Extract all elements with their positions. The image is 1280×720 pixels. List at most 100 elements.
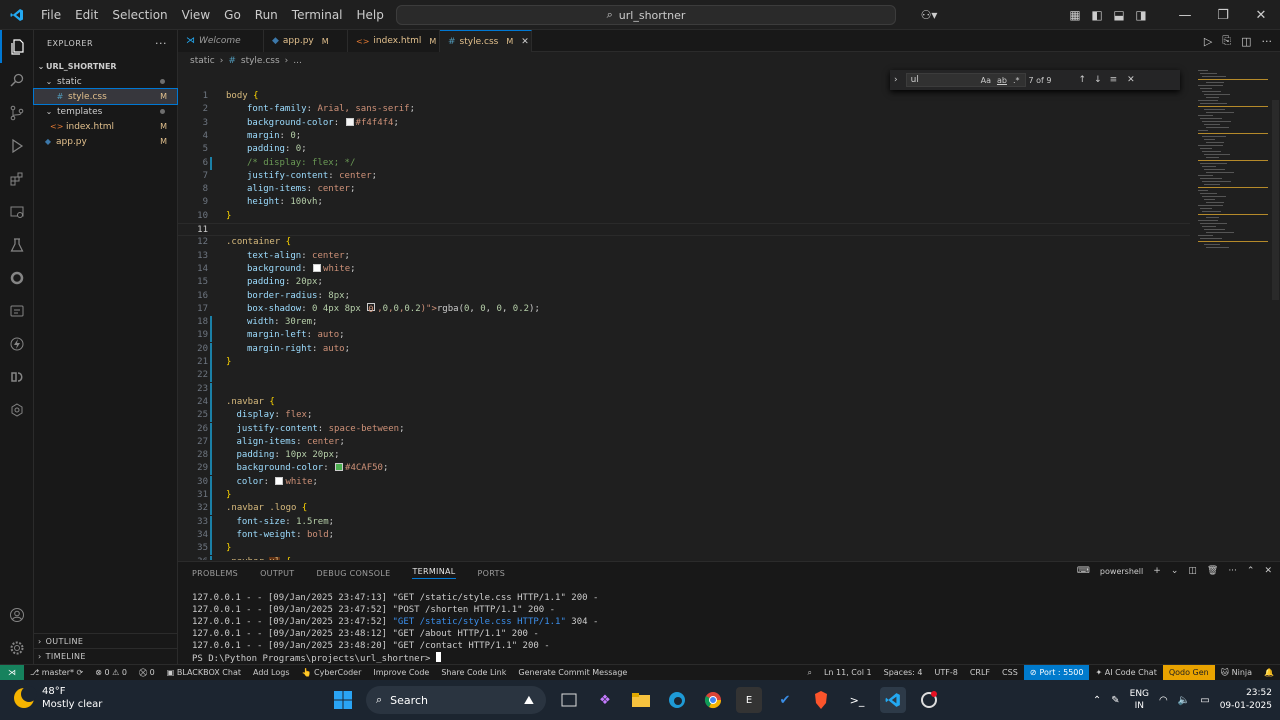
split-terminal-icon[interactable]: ◫ [1188,566,1197,576]
toggle-secondary-sidebar-icon[interactable]: ◨ [1130,0,1152,30]
source-control-icon[interactable] [0,96,34,129]
code-line[interactable]: 33 font-size: 1.5rem; [178,515,1190,529]
start-windows-icon[interactable] [330,687,356,713]
close-window-button[interactable]: ✕ [1242,0,1280,30]
account-icon[interactable] [0,602,34,628]
encoding[interactable]: UTF-8 [929,668,964,677]
code-line[interactable]: 17 box-shadow: 0 4px 8px 0,0,0,0.2)">rgba… [178,302,1190,316]
chrome-icon[interactable] [700,687,726,713]
tree-item-app-py[interactable]: ◆ app.py M [34,134,177,149]
code-line[interactable]: 35} [178,542,1190,556]
pen-icon[interactable]: ✎ [1111,695,1119,706]
code-line[interactable]: 18 width: 30rem; [178,316,1190,330]
workspace-root[interactable]: ⌄ URL_SHORTNER [34,59,177,74]
tree-item-style-css[interactable]: # style.css M [33,88,178,105]
toggle-panel-icon[interactable]: ⬓ [1108,0,1130,30]
tab-index-html[interactable]: <> index.html M [348,30,440,52]
explorer-icon[interactable] [0,30,34,63]
code-line[interactable]: 19 margin-left: auto; [178,329,1190,343]
code-line[interactable]: 4 margin: 0; [178,130,1190,143]
code-editor[interactable]: 1 body {2 font-family: Arial, sans-serif; 3… [178,70,1190,560]
menu-run[interactable]: Run [248,0,285,30]
remote-explorer-icon[interactable] [0,195,34,228]
minimize-button[interactable]: — [1166,0,1204,30]
tree-item-templates[interactable]: ⌄ templates [34,104,177,119]
code-line[interactable]: 14 background: white; [178,263,1190,276]
code-line[interactable]: 31} [178,489,1190,502]
run-debug-icon[interactable] [0,129,34,162]
run-file-icon[interactable]: ▷ [1204,35,1212,48]
add-logs-button[interactable]: Add Logs [247,668,296,677]
code-line[interactable]: 28 padding: 10px 20px; [178,449,1190,463]
new-terminal-icon[interactable]: + [1153,566,1161,576]
code-line[interactable]: 32 .navbar .logo { [178,502,1190,516]
code-line[interactable]: 3 background-color: #f4f4f4; [178,117,1190,130]
improve-code-button[interactable]: Improve Code [367,668,435,677]
tab-problems[interactable]: PROBLEMS [192,569,238,578]
blackbox-icon[interactable] [0,294,34,327]
breadcrumb-symbol[interactable]: ... [293,56,302,66]
qodo-icon[interactable] [0,261,34,294]
next-match-icon[interactable]: ↓ [1094,75,1102,85]
code-line[interactable]: 12 .container { [178,236,1190,249]
tab-ports[interactable]: PORTS [478,569,506,578]
customize-layout-icon[interactable]: ▦ [1064,0,1086,30]
code-line[interactable]: 21} [178,356,1190,369]
branch-indicator[interactable]: ⎇ master* ⟳ [24,668,89,677]
match-whole-word-toggle[interactable]: ab [994,76,1010,85]
color-swatch[interactable] [335,463,344,472]
previous-match-icon[interactable]: ↑ [1079,75,1087,85]
qodo-gen-button[interactable]: Qodo Gen [1162,665,1215,680]
code-line[interactable]: 7 justify-content: center; [178,170,1190,183]
shell-name[interactable]: powershell [1100,567,1143,576]
notifications-bell-icon[interactable]: 🔔 [1258,668,1280,677]
tab-app-py[interactable]: ◆ app.py M [264,30,348,52]
blackbox-chat-button[interactable]: ▣ BLACKBOX Chat [161,668,247,677]
copilot-icon[interactable]: ⚇▾ [914,0,944,30]
search-view-icon[interactable] [0,63,34,96]
battery-icon[interactable]: ▭ [1200,695,1209,706]
todo-check-icon[interactable]: ✔ [772,687,798,713]
code-line[interactable]: 8 align-items: center; [178,183,1190,196]
wifi-icon[interactable]: ◠ [1159,695,1168,706]
use-regex-toggle[interactable]: .* [1010,76,1023,85]
extensions-icon[interactable] [0,162,34,195]
code-line[interactable]: 25 display: flex; [178,409,1190,423]
brave-icon[interactable] [808,687,834,713]
more-actions-icon[interactable]: ··· [1228,566,1237,576]
code-line[interactable]: 27 align-items: center; [178,435,1190,449]
language-indicator[interactable]: ENG IN [1130,688,1149,712]
more-actions-icon[interactable]: ··· [155,37,167,50]
menu-selection[interactable]: Selection [105,0,174,30]
color-swatch[interactable] [275,476,284,485]
split-editor-icon[interactable]: ◫ [1241,35,1251,48]
outline-section[interactable]: › OUTLINE [34,633,178,648]
tab-terminal[interactable]: TERMINAL [412,567,456,579]
taskbar-search[interactable]: ⌕ Search ⛰ [366,686,546,714]
code-line[interactable]: 13 text-align: center; [178,250,1190,263]
toggle-replace-icon[interactable]: › [890,75,902,85]
testing-icon[interactable] [0,228,34,261]
chevron-down-icon[interactable]: ⌄ [1171,566,1179,576]
tree-item-index-html[interactable]: <> index.html M [34,119,177,134]
end-of-line[interactable]: CRLF [964,668,996,677]
color-swatch[interactable] [313,263,322,272]
code-line[interactable]: 26 justify-content: space-between; [178,422,1190,436]
menu-edit[interactable]: Edit [68,0,105,30]
menu-go[interactable]: Go [217,0,248,30]
code-line[interactable]: 20 margin-right: auto; [178,342,1190,356]
breadcrumb-folder[interactable]: static [190,56,215,66]
generate-commit-button[interactable]: Generate Commit Message [512,668,633,677]
close-panel-icon[interactable]: ✕ [1264,566,1272,576]
code-line[interactable]: 1 body { [178,90,1190,103]
tab-welcome[interactable]: ⋊ Welcome [178,30,264,52]
match-case-toggle[interactable]: Aa [978,76,994,85]
ai-code-chat-button[interactable]: ✦ AI Code Chat [1089,668,1162,677]
code-line[interactable]: 6 /* display: flex; */ [178,156,1190,170]
zoom-search-icon[interactable]: ⌕ [801,668,817,678]
code-line[interactable]: 10} [178,210,1190,223]
toggle-sidebar-icon[interactable]: ◧ [1086,0,1108,30]
ports-indicator[interactable]: ⛒ 0 [133,668,161,678]
color-swatch[interactable]: 0 [367,302,376,315]
chrome-canary-icon[interactable] [916,687,942,713]
